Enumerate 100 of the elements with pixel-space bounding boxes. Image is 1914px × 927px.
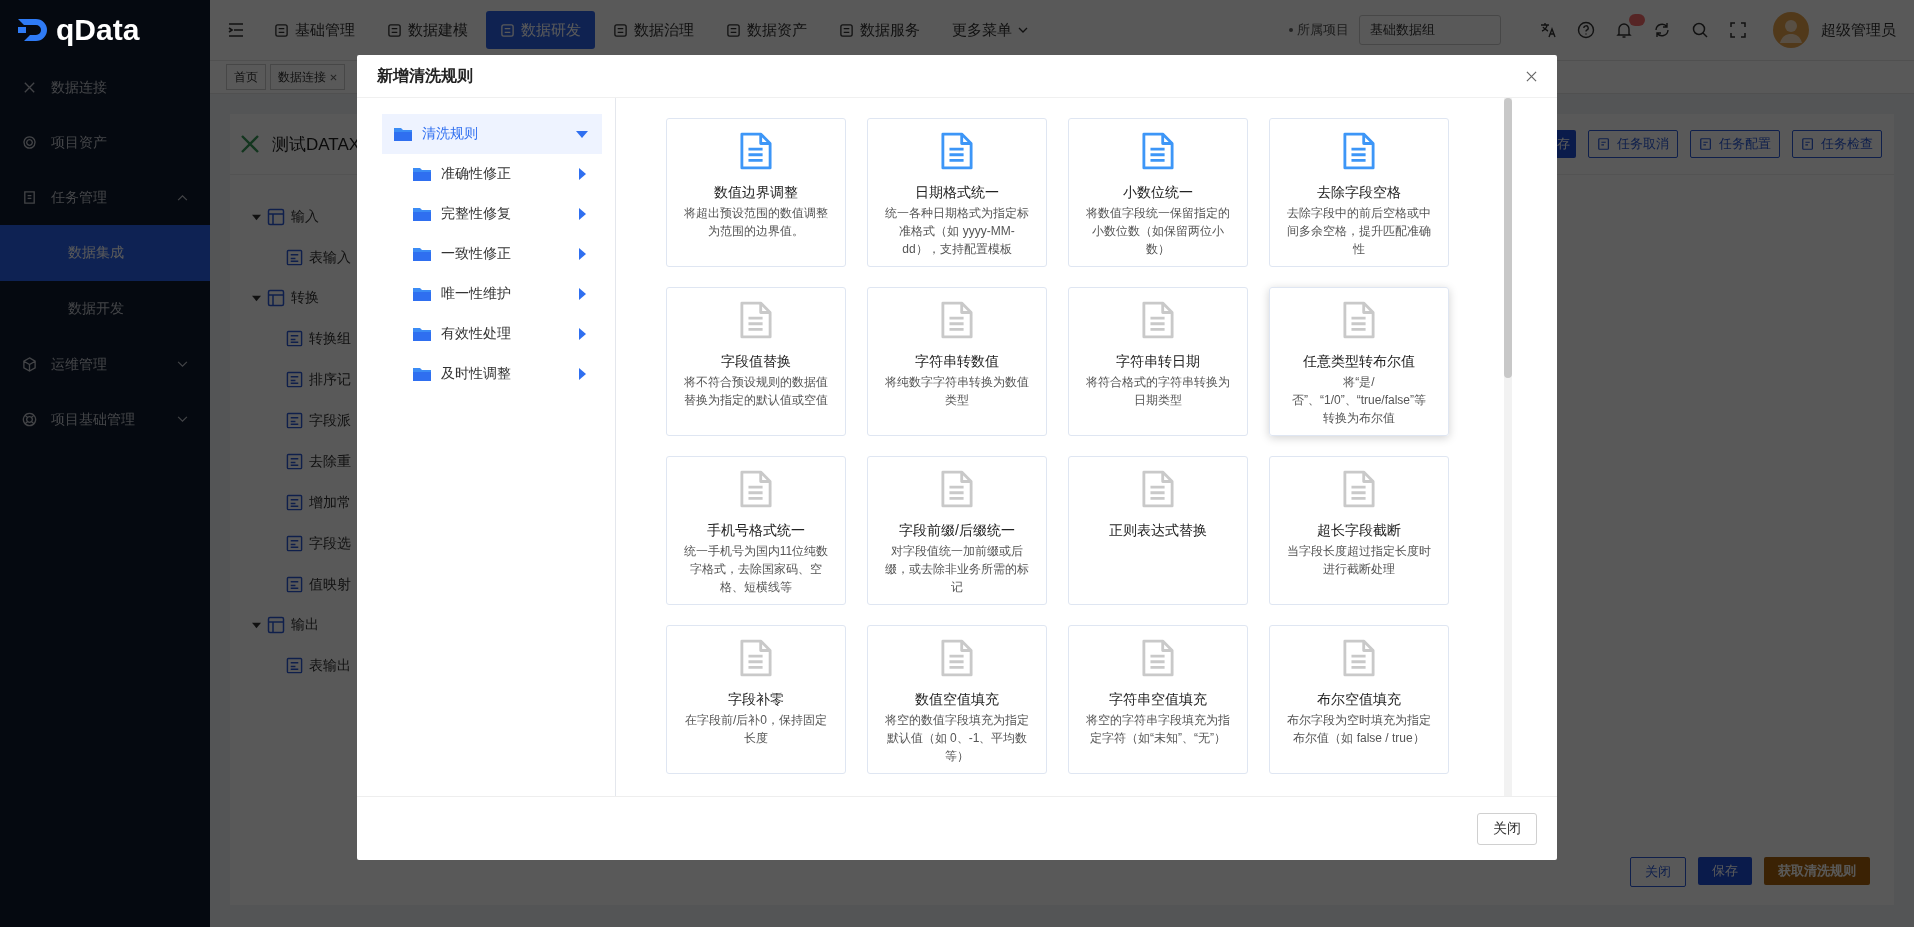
- menu-item-icon: [22, 357, 37, 372]
- tree-leaf-label[interactable]: 字段选: [309, 534, 351, 553]
- user-name[interactable]: 超级管理员: [1821, 20, 1896, 40]
- project-select[interactable]: 基础数据组: [1359, 15, 1501, 45]
- close-icon[interactable]: [1526, 70, 1537, 82]
- tree-leaf-label[interactable]: 转换组: [309, 329, 351, 348]
- close-button[interactable]: 关闭: [1477, 812, 1537, 845]
- page-tab[interactable]: 首页: [226, 64, 266, 90]
- tree-node[interactable]: 一致性修正: [382, 234, 602, 274]
- tree-leaf-label[interactable]: 字段派: [309, 411, 351, 430]
- nav-tab[interactable]: 数据研发: [486, 11, 595, 49]
- tree-node[interactable]: 及时性调整: [382, 354, 602, 394]
- notification-badge: [1629, 14, 1645, 26]
- rule-card[interactable]: 字符串转数值 将纯数字字符串转换为数值类型: [867, 287, 1047, 436]
- expand-caret-icon[interactable]: [252, 620, 261, 630]
- refresh-icon[interactable]: [1653, 21, 1671, 39]
- scrollbar[interactable]: [1504, 98, 1512, 796]
- sidebar-subitem[interactable]: 数据集成: [0, 225, 210, 281]
- action-button[interactable]: 任务配置: [1690, 130, 1780, 158]
- fullscreen-icon[interactable]: [1729, 21, 1747, 39]
- nav-tab[interactable]: 数据资产: [712, 11, 821, 49]
- action-icon: [1699, 137, 1713, 151]
- tree-node[interactable]: 唯一性维护: [382, 274, 602, 314]
- folder-icon: [413, 247, 431, 261]
- rule-card[interactable]: 字符串转日期 将符合格式的字符串转换为日期类型: [1068, 287, 1248, 436]
- card-title: 任意类型转布尔值: [1303, 353, 1415, 371]
- expand-caret-icon[interactable]: [252, 293, 261, 303]
- tree-node[interactable]: 清洗规则: [382, 114, 602, 154]
- rule-card[interactable]: 正则表达式替换: [1068, 456, 1248, 605]
- search-icon[interactable]: [1691, 21, 1709, 39]
- card-title: 字符串转数值: [915, 353, 999, 371]
- expand-caret-icon[interactable]: [252, 212, 261, 222]
- caret-icon[interactable]: [576, 208, 588, 220]
- page-tab[interactable]: 数据连接: [270, 64, 345, 90]
- rule-card[interactable]: 超长字段截断 当字段长度超过指定长度时进行截断处理: [1269, 456, 1449, 605]
- menu-item-icon: [22, 412, 37, 427]
- component-icon: [286, 576, 303, 593]
- rule-card[interactable]: 字段补零 在字段前/后补0，保持固定长度: [666, 625, 846, 774]
- action-button[interactable]: 任务取消: [1588, 130, 1678, 158]
- card-title: 手机号格式统一: [707, 522, 805, 540]
- more-menu[interactable]: 更多菜单: [938, 11, 1042, 49]
- nav-icon: [613, 22, 628, 38]
- nav-tab[interactable]: 数据服务: [825, 11, 934, 49]
- footer-button[interactable]: 保存: [1698, 857, 1752, 885]
- tree-node[interactable]: 准确性修正: [382, 154, 602, 194]
- tree-node-label[interactable]: 转换: [291, 289, 319, 307]
- rule-card[interactable]: 字段前缀/后缀统一 对字段值统一加前缀或后缀，或去除非业务所需的标记: [867, 456, 1047, 605]
- card-title: 正则表达式替换: [1109, 522, 1207, 540]
- rule-card[interactable]: 任意类型转布尔值 将“是/否”、“1/0”、“true/false”等转换为布尔值: [1269, 287, 1449, 436]
- card-description: 将空的数值字段填充为指定默认值（如 0、-1、平均数等）: [884, 712, 1030, 765]
- nav-tab[interactable]: 数据建模: [373, 11, 482, 49]
- component-icon: [286, 453, 303, 470]
- card-description: 将“是/否”、“1/0”、“true/false”等转换为布尔值: [1291, 374, 1427, 427]
- rule-card[interactable]: 手机号格式统一 统一手机号为国内11位纯数字格式，去除国家码、空格、短横线等: [666, 456, 846, 605]
- rule-card[interactable]: 数值空值填充 将空的数值字段填充为指定默认值（如 0、-1、平均数等）: [867, 625, 1047, 774]
- tree-leaf-label[interactable]: 表输入: [309, 248, 351, 267]
- caret-icon[interactable]: [576, 128, 588, 140]
- caret-icon[interactable]: [576, 368, 588, 380]
- nav-icon: [500, 22, 515, 38]
- nav-tab[interactable]: 数据治理: [599, 11, 708, 49]
- dialog-title: 新增清洗规则: [377, 65, 473, 86]
- rule-card[interactable]: 去除字段空格 去除字段中的前后空格或中间多余空格，提升匹配准确性: [1269, 118, 1449, 267]
- rule-card[interactable]: 字段值替换 将不符合预设规则的数据值替换为指定的默认值或空值: [666, 287, 846, 436]
- rule-card[interactable]: 日期格式统一 统一各种日期格式为指定标准格式（如 yyyy-MM-dd），支持配置模板: [867, 118, 1047, 267]
- card-title: 数值空值填充: [915, 691, 999, 709]
- card-title: 字符串空值填充: [1109, 691, 1207, 709]
- rule-card[interactable]: 数值边界调整 将超出预设范围的数值调整为范围的边界值。: [666, 118, 846, 267]
- caret-icon[interactable]: [576, 328, 588, 340]
- rule-card[interactable]: 小数位统一 将数值字段统一保留指定的小数位数（如保留两位小数）: [1068, 118, 1248, 267]
- card-description: 将超出预设范围的数值调整为范围的边界值。: [683, 205, 829, 240]
- action-button[interactable]: 任务检查: [1792, 130, 1882, 158]
- tree-node-label[interactable]: 输出: [291, 616, 319, 634]
- footer-button[interactable]: 获取清洗规则: [1764, 857, 1870, 885]
- tree-node[interactable]: 完整性修复: [382, 194, 602, 234]
- card-title: 日期格式统一: [915, 184, 999, 202]
- caret-icon[interactable]: [576, 288, 588, 300]
- action-icon: [1801, 137, 1815, 151]
- card-description: 将符合格式的字符串转换为日期类型: [1085, 374, 1231, 409]
- tree-leaf-label[interactable]: 去除重: [309, 452, 351, 471]
- tree-node[interactable]: 有效性处理: [382, 314, 602, 354]
- card-description: 在字段前/后补0，保持固定长度: [684, 712, 828, 747]
- rule-card[interactable]: 字符串空值填充 将空的字符串字段填充为指定字符（如“未知”、“无”）: [1068, 625, 1248, 774]
- caret-icon[interactable]: [576, 248, 588, 260]
- tree-leaf-label[interactable]: 增加常: [309, 493, 351, 512]
- tree-leaf-label[interactable]: 排序记: [309, 370, 351, 389]
- tree-leaf-label[interactable]: 值映射: [309, 575, 351, 594]
- close-icon[interactable]: [330, 73, 337, 81]
- bell-icon[interactable]: [1615, 21, 1633, 39]
- caret-icon[interactable]: [576, 168, 588, 180]
- menu-icon[interactable]: [228, 23, 244, 37]
- rule-card[interactable]: 布尔空值填充 布尔字段为空时填充为指定布尔值（如 false / true）: [1269, 625, 1449, 774]
- help-icon[interactable]: [1577, 21, 1595, 39]
- tree-leaf-label[interactable]: 表输出: [309, 656, 351, 675]
- avatar[interactable]: [1773, 12, 1809, 48]
- translate-icon[interactable]: [1539, 21, 1557, 39]
- card-title: 布尔空值填充: [1317, 691, 1401, 709]
- tree-node-label[interactable]: 输入: [291, 208, 319, 226]
- footer-button[interactable]: 关闭: [1630, 857, 1686, 887]
- action-icon: [1597, 137, 1611, 151]
- nav-tab[interactable]: 基础管理: [260, 11, 369, 49]
